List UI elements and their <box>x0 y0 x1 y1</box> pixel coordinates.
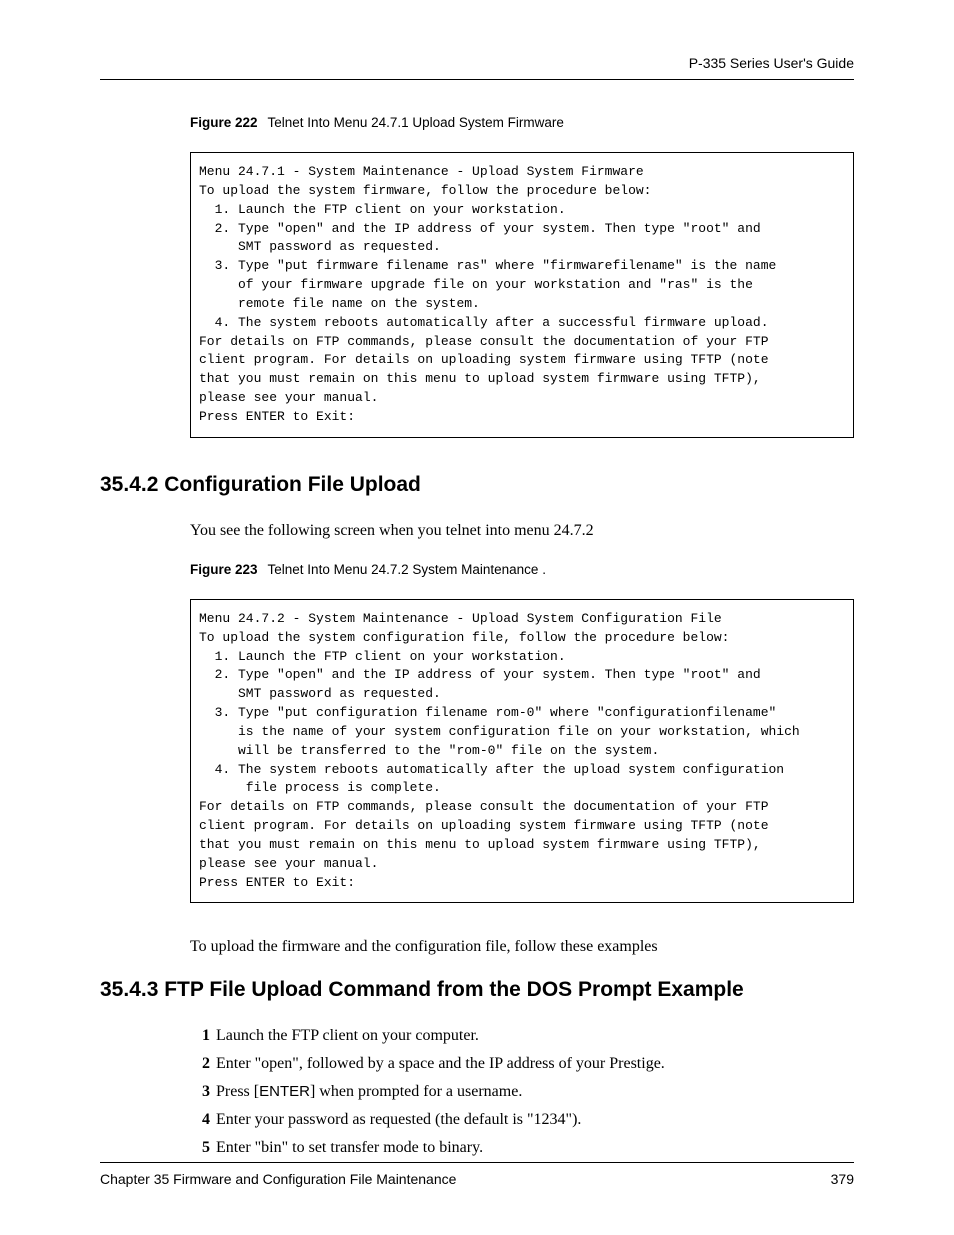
figure-222-code: Menu 24.7.1 - System Maintenance - Uploa… <box>190 152 854 438</box>
list-item: 3 Press [ENTER] when prompted for a user… <box>190 1083 854 1101</box>
step-number: 1 <box>190 1027 210 1045</box>
step-number: 3 <box>190 1083 210 1101</box>
figure-222-caption: Figure 222 Telnet Into Menu 24.7.1 Upload… <box>190 115 854 130</box>
figure-223-caption: Figure 223 Telnet Into Menu 24.7.2 System… <box>190 562 854 577</box>
section-3542-heading: 35.4.2 Configuration File Upload <box>100 473 854 497</box>
figure-223-code: Menu 24.7.2 - System Maintenance - Uploa… <box>190 599 854 904</box>
page-content: Figure 222 Telnet Into Menu 24.7.1 Upload… <box>100 115 854 1157</box>
step-number: 4 <box>190 1111 210 1129</box>
list-item: 4 Enter your password as requested (the … <box>190 1111 854 1129</box>
figure-222-label: Figure 222 <box>190 115 258 130</box>
step-text: Launch the FTP client on your computer. <box>216 1027 854 1045</box>
footer-page-number: 379 <box>831 1171 854 1187</box>
list-item: 5 Enter "bin" to set transfer mode to bi… <box>190 1139 854 1157</box>
footer-chapter: Chapter 35 Firmware and Configuration Fi… <box>100 1171 456 1187</box>
step-text: Enter "open", followed by a space and th… <box>216 1055 854 1073</box>
section-3543-heading: 35.4.3 FTP File Upload Command from the … <box>100 978 854 1002</box>
step-text: Press [ENTER] when prompted for a userna… <box>216 1083 854 1101</box>
guide-title: P-335 Series User's Guide <box>100 55 854 71</box>
step-number: 2 <box>190 1055 210 1073</box>
step-text: Enter your password as requested (the de… <box>216 1111 854 1129</box>
step-text: Enter "bin" to set transfer mode to bina… <box>216 1139 854 1157</box>
list-item: 1 Launch the FTP client on your computer… <box>190 1027 854 1045</box>
page-header: P-335 Series User's Guide <box>100 55 854 80</box>
post-figure-text: To upload the firmware and the configura… <box>190 938 854 956</box>
list-item: 2 Enter "open", followed by a space and … <box>190 1055 854 1073</box>
figure-223-text: Telnet Into Menu 24.7.2 System Maintenan… <box>268 562 546 577</box>
page-footer: Chapter 35 Firmware and Configuration Fi… <box>100 1162 854 1187</box>
enter-key: ENTER <box>259 1083 310 1100</box>
figure-223-label: Figure 223 <box>190 562 258 577</box>
section-3542-intro: You see the following screen when you te… <box>190 522 854 540</box>
ftp-steps-list: 1 Launch the FTP client on your computer… <box>190 1027 854 1157</box>
figure-222-text: Telnet Into Menu 24.7.1 Upload System Fi… <box>268 115 564 130</box>
step-number: 5 <box>190 1139 210 1157</box>
